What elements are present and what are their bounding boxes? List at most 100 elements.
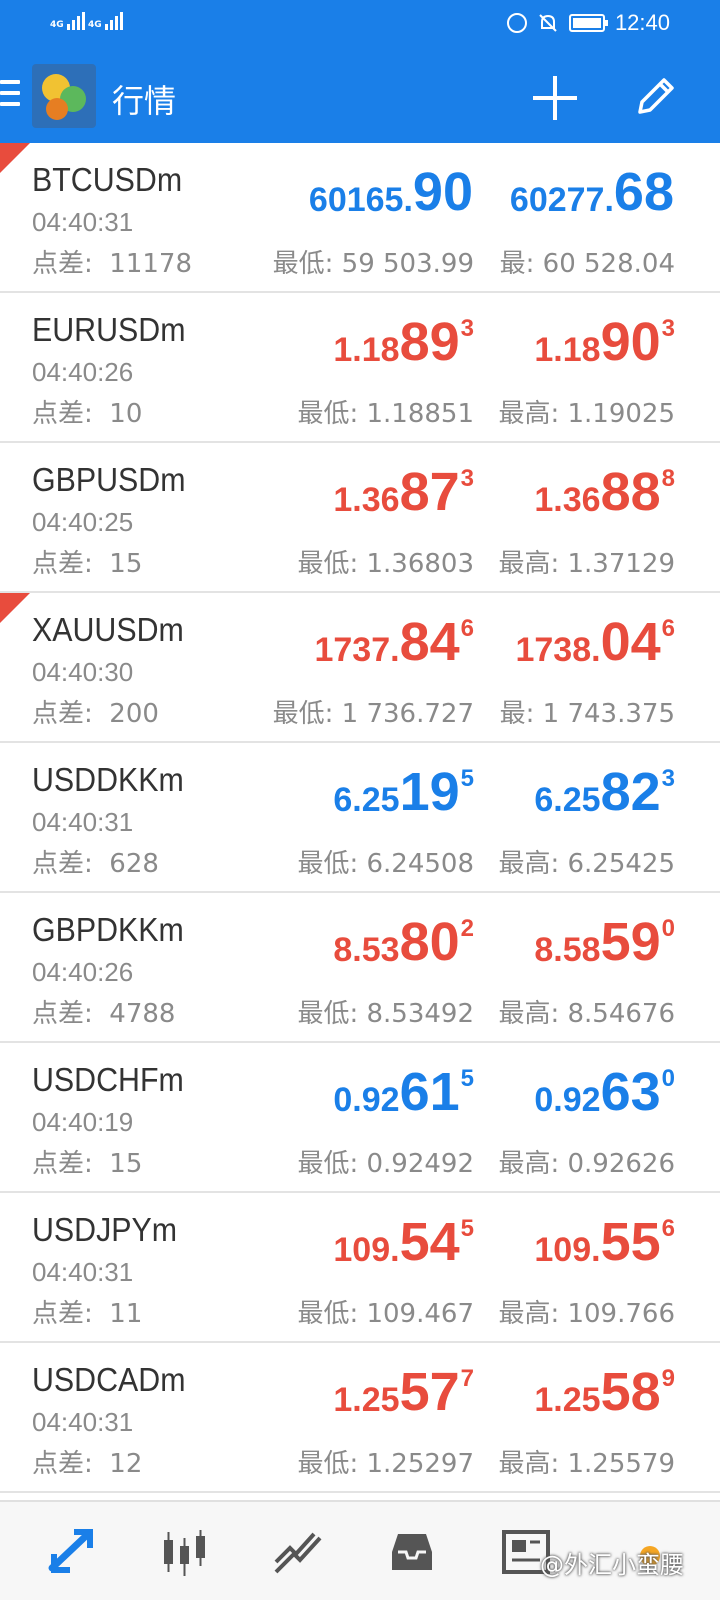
watermark: @外汇小蛮腰	[540, 1551, 684, 1579]
quote-row[interactable]: EURUSDm 04:40:26 点差: 10 1.18 89 3 1.18 90 3 最低: 1…	[0, 293, 720, 443]
spread-label: 点差:	[32, 1299, 93, 1329]
low-price: 最低: 59 503.99	[272, 249, 474, 279]
ask-prefix: 60277.	[509, 181, 614, 219]
ask-price[interactable]: 109. 55 6	[534, 1213, 675, 1271]
quote-row[interactable]: XAUUSDm 04:40:30 点差: 200 1737. 84 6 1738. 04 6 最低…	[0, 593, 720, 743]
ask-prefix: 1.25	[534, 1381, 601, 1419]
signal-1-icon: 4G	[50, 12, 85, 30]
ask-price[interactable]: 6.25 82 3	[534, 763, 675, 821]
bid-price[interactable]: 60165. 90	[309, 163, 474, 221]
symbol-name: GBPUSDm	[32, 461, 186, 498]
high-price: 最高: 0.92626	[498, 1149, 675, 1179]
ask-price[interactable]: 60277. 68	[510, 163, 675, 221]
app-logo	[32, 64, 96, 128]
quote-row[interactable]: USDDKKm 04:40:31 点差: 628 6.25 19 5 6.25 82 3 最低: …	[0, 743, 720, 893]
spread-info: 点差: 628	[32, 843, 159, 880]
high-price: 最: 1 743.375	[499, 699, 675, 729]
bid-pips: 54	[399, 1212, 460, 1272]
high-price: 最高: 6.25425	[498, 849, 675, 879]
ask-price[interactable]: 1738. 04 6	[515, 613, 675, 671]
quote-row[interactable]: USDCHFm 04:40:19 点差: 15 0.92 61 5 0.92 63 0 最低: 0…	[0, 1043, 720, 1193]
status-time: 12:40	[614, 10, 670, 35]
edit-pencil-icon[interactable]	[632, 72, 680, 120]
ask-pips: 55	[600, 1212, 661, 1272]
quote-time: 04:40:31	[32, 1407, 134, 1437]
bid-fraction: 6	[460, 615, 474, 642]
bid-price[interactable]: 0.92 61 5	[333, 1063, 474, 1121]
bid-fraction: 3	[460, 315, 474, 342]
spread-value: 15	[109, 1149, 143, 1179]
ask-price[interactable]: 1.25 58 9	[534, 1363, 675, 1421]
bid-price[interactable]: 1.18 89 3	[333, 313, 474, 371]
chart-icon[interactable]	[156, 1524, 212, 1580]
ask-pips: 90	[600, 312, 661, 372]
mute-bell-icon	[539, 14, 557, 32]
ask-prefix: 1.18	[534, 331, 601, 369]
ask-price[interactable]: 1.18 90 3	[534, 313, 675, 371]
low-price: 最低: 0.92492	[297, 1149, 474, 1179]
add-symbol-button[interactable]	[533, 76, 577, 120]
low-price: 最低: 109.467	[297, 1299, 474, 1329]
ask-price[interactable]: 1.36 88 8	[534, 463, 675, 521]
spread-info: 点差: 12	[32, 1443, 142, 1480]
bid-price[interactable]: 6.25 19 5	[333, 763, 474, 821]
bid-prefix: 6.25	[333, 781, 400, 819]
quote-time: 04:40:19	[32, 1107, 134, 1137]
spread-info: 点差: 11178	[32, 243, 192, 280]
low-price: 最低: 6.24508	[297, 849, 474, 879]
spread-info: 点差: 4788	[32, 993, 175, 1030]
spread-value: 11178	[109, 249, 193, 279]
symbol-name: USDDKKm	[32, 761, 184, 798]
quote-time: 04:40:26	[32, 957, 134, 987]
ask-pips: 63	[600, 1062, 661, 1122]
ask-prefix: 1.36	[534, 481, 601, 519]
quote-row[interactable]: USDCADm 04:40:31 点差: 12 1.25 57 7 1.25 58 9 最低: 1…	[0, 1343, 720, 1493]
symbol-name: USDCADm	[32, 1361, 186, 1398]
ask-pips: 68	[613, 162, 674, 222]
quote-time: 04:40:31	[32, 207, 134, 237]
quotes-icon[interactable]	[44, 1524, 100, 1580]
quote-row[interactable]: USDJPYm 04:40:31 点差: 11 109. 54 5 109. 55 6 最低: 1…	[0, 1193, 720, 1343]
quote-row[interactable]: BTCUSDm 04:40:31 点差: 11178 60165. 90 60277. 68…	[0, 143, 720, 293]
ask-fraction: 0	[661, 915, 675, 942]
quote-time: 04:40:25	[32, 507, 134, 537]
bid-fraction: 5	[460, 1065, 474, 1092]
trade-icon[interactable]	[270, 1524, 326, 1580]
bid-price[interactable]: 1.36 87 3	[333, 463, 474, 521]
new-symbol-flag	[0, 143, 30, 173]
quote-time: 04:40:26	[32, 357, 134, 387]
bid-prefix: 109.	[333, 1231, 400, 1269]
ask-fraction: 3	[661, 315, 675, 342]
low-price: 最低: 8.53492	[297, 999, 474, 1029]
bid-price[interactable]: 8.53 80 2	[333, 913, 474, 971]
quote-time: 04:40:30	[32, 657, 134, 687]
menu-icon[interactable]	[0, 80, 20, 108]
bid-price[interactable]: 1737. 84 6	[314, 613, 474, 671]
ask-price[interactable]: 0.92 63 0	[534, 1063, 675, 1121]
ask-prefix: 0.92	[534, 1081, 601, 1119]
app-bar: 行情	[0, 50, 720, 143]
bid-pips: 80	[399, 912, 460, 972]
bid-price[interactable]: 1.25 57 7	[333, 1363, 474, 1421]
quote-row[interactable]: GBPDKKm 04:40:26 点差: 4788 8.53 80 2 8.58 59 0 最低:…	[0, 893, 720, 1043]
ask-pips: 88	[600, 462, 661, 522]
spread-value: 4788	[109, 999, 176, 1029]
bid-price[interactable]: 109. 54 5	[333, 1213, 474, 1271]
spread-label: 点差:	[32, 1149, 93, 1179]
spread-value: 11	[109, 1299, 143, 1329]
page-title: 行情	[112, 82, 177, 120]
symbol-name: EURUSDm	[32, 311, 186, 348]
quote-row[interactable]: GBPUSDm 04:40:25 点差: 15 1.36 87 3 1.36 88 8 最低: 1…	[0, 443, 720, 593]
ask-price[interactable]: 8.58 59 0	[534, 913, 675, 971]
spread-label: 点差:	[32, 249, 93, 279]
bid-pips: 87	[399, 462, 460, 522]
ask-fraction: 6	[661, 1215, 675, 1242]
history-icon[interactable]	[384, 1524, 440, 1580]
ask-pips: 04	[600, 612, 661, 672]
spread-info: 点差: 15	[32, 1143, 142, 1180]
spread-value: 15	[109, 549, 143, 579]
signal-2-icon: 4G	[88, 12, 123, 30]
quote-time: 04:40:31	[32, 1257, 134, 1287]
symbol-name: GBPDKKm	[32, 911, 184, 948]
ask-prefix: 6.25	[534, 781, 601, 819]
